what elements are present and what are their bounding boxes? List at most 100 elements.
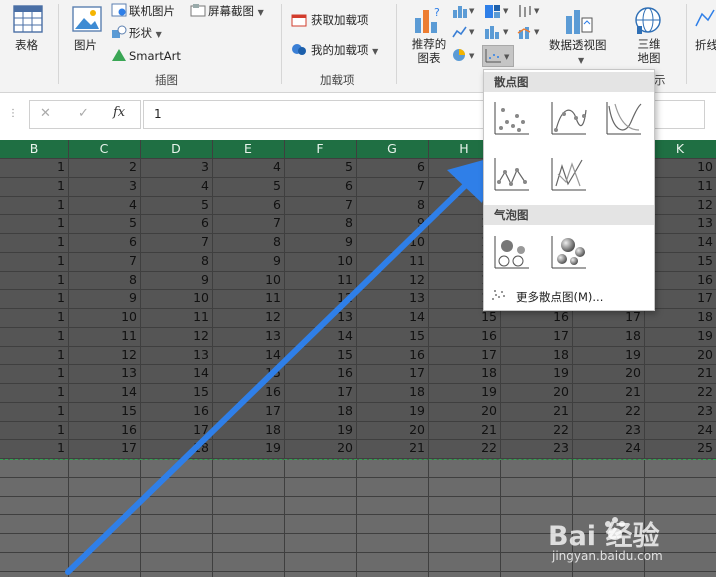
- scatter-straight-markers-option[interactable]: [489, 152, 533, 196]
- table-cell[interactable]: 11: [356, 252, 425, 270]
- chevron-down-icon[interactable]: ▼: [578, 56, 584, 65]
- table-cell[interactable]: 1: [0, 214, 65, 232]
- table-cell[interactable]: 14: [356, 308, 425, 326]
- column-header[interactable]: C: [68, 140, 140, 158]
- table-cell[interactable]: 12: [212, 308, 281, 326]
- table-cell[interactable]: 7: [284, 196, 353, 214]
- table-cell[interactable]: 18: [572, 327, 641, 345]
- table-cell[interactable]: 5: [284, 158, 353, 176]
- recommended-charts-icon[interactable]: ?: [412, 4, 444, 36]
- table-cell[interactable]: 12: [284, 289, 353, 307]
- table-cell[interactable]: 4: [212, 158, 281, 176]
- pivotchart-icon[interactable]: [564, 4, 596, 36]
- table-cell[interactable]: 19: [644, 327, 713, 345]
- table-cell[interactable]: 9: [356, 214, 425, 232]
- table-cell[interactable]: 21: [356, 439, 425, 457]
- picture-icon[interactable]: [71, 4, 103, 34]
- table-cell[interactable]: 25: [644, 439, 713, 457]
- sparkline-line-icon[interactable]: [694, 4, 716, 34]
- table-cell[interactable]: 17: [284, 383, 353, 401]
- table-cell[interactable]: 8: [212, 233, 281, 251]
- more-scatter-charts-link[interactable]: 更多散点图(M)...: [516, 289, 603, 305]
- my-addins-label[interactable]: 我的加载项 ▼: [311, 42, 378, 58]
- table-cell[interactable]: 21: [644, 364, 713, 382]
- table-cell[interactable]: 10: [68, 308, 137, 326]
- table-cell[interactable]: 21: [500, 402, 569, 420]
- table-cell[interactable]: 5: [140, 196, 209, 214]
- table-cell[interactable]: 15: [356, 327, 425, 345]
- table-cell[interactable]: 18: [428, 364, 497, 382]
- table-cell[interactable]: 9: [284, 233, 353, 251]
- table-cell[interactable]: 11: [284, 271, 353, 289]
- shapes-label[interactable]: 形状 ▼: [129, 25, 162, 41]
- table-cell[interactable]: 8: [68, 271, 137, 289]
- table-cell[interactable]: 6: [140, 214, 209, 232]
- table-cell[interactable]: 1: [0, 421, 65, 439]
- column-header[interactable]: G: [356, 140, 428, 158]
- table-cell[interactable]: 12: [68, 346, 137, 364]
- smartart-label[interactable]: SmartArt: [129, 49, 181, 63]
- scatter-chart-button[interactable]: ▼: [482, 45, 514, 67]
- scatter-smooth-lines-option[interactable]: [601, 96, 645, 140]
- store-icon[interactable]: [291, 11, 307, 27]
- table-cell[interactable]: 3: [140, 158, 209, 176]
- column-header[interactable]: B: [0, 140, 68, 158]
- table-cell[interactable]: 16: [428, 327, 497, 345]
- line-chart-icon[interactable]: ▼: [452, 25, 476, 39]
- table-cell[interactable]: 7: [68, 252, 137, 270]
- table-cell[interactable]: 17: [428, 346, 497, 364]
- pie-chart-icon[interactable]: ▼: [452, 48, 476, 62]
- table-cell[interactable]: 11: [140, 308, 209, 326]
- table-cell[interactable]: 8: [284, 214, 353, 232]
- table-cell[interactable]: 1: [0, 402, 65, 420]
- statistic-chart-icon[interactable]: ▼: [484, 25, 512, 39]
- table-cell[interactable]: 1: [0, 346, 65, 364]
- column-header[interactable]: D: [140, 140, 212, 158]
- table-cell[interactable]: 12: [356, 271, 425, 289]
- my-addins-icon[interactable]: [291, 41, 307, 57]
- table-cell[interactable]: 9: [212, 252, 281, 270]
- table-cell[interactable]: 14: [140, 364, 209, 382]
- table-cell[interactable]: 15: [284, 346, 353, 364]
- table-cell[interactable]: 10: [356, 233, 425, 251]
- online-picture-label[interactable]: 联机图片: [129, 3, 175, 19]
- table-cell[interactable]: 1: [0, 364, 65, 382]
- recommended-charts-label[interactable]: 推荐的图表: [410, 37, 448, 65]
- table-cell[interactable]: 10: [212, 271, 281, 289]
- table-cell[interactable]: 19: [428, 383, 497, 401]
- table-cell[interactable]: 11: [212, 289, 281, 307]
- table-cell[interactable]: 11: [68, 327, 137, 345]
- table-cell[interactable]: 2: [68, 158, 137, 176]
- table-cell[interactable]: 13: [212, 327, 281, 345]
- shapes-icon[interactable]: [111, 25, 127, 39]
- column-header[interactable]: E: [212, 140, 284, 158]
- table-cell[interactable]: 13: [68, 364, 137, 382]
- table-cell[interactable]: 17: [500, 327, 569, 345]
- table-cell[interactable]: 3: [68, 177, 137, 195]
- table-cell[interactable]: 21: [572, 383, 641, 401]
- table-cell[interactable]: 19: [284, 421, 353, 439]
- table-cell[interactable]: 10: [140, 289, 209, 307]
- table-cell[interactable]: 18: [212, 421, 281, 439]
- table-cell[interactable]: 1: [0, 327, 65, 345]
- table-cell[interactable]: 14: [68, 383, 137, 401]
- table-cell[interactable]: 17: [356, 364, 425, 382]
- table-cell[interactable]: 13: [284, 308, 353, 326]
- enter-icon[interactable]: ✓: [78, 106, 89, 121]
- table-cell[interactable]: 7: [356, 177, 425, 195]
- table-button-label[interactable]: 表格: [15, 37, 38, 53]
- table-cell[interactable]: 22: [644, 383, 713, 401]
- table-icon[interactable]: [12, 4, 44, 34]
- table-cell[interactable]: 19: [356, 402, 425, 420]
- table-cell[interactable]: 4: [140, 177, 209, 195]
- table-cell[interactable]: 1: [0, 383, 65, 401]
- table-cell[interactable]: 5: [212, 177, 281, 195]
- get-addins-label[interactable]: 获取加载项: [311, 12, 369, 28]
- sparkline-line-label[interactable]: 折线: [695, 37, 716, 53]
- smartart-icon[interactable]: [111, 48, 127, 62]
- table-cell[interactable]: 19: [212, 439, 281, 457]
- globe-icon[interactable]: [633, 4, 663, 36]
- screenshot-icon[interactable]: [190, 3, 206, 17]
- table-cell[interactable]: 23: [500, 439, 569, 457]
- table-cell[interactable]: 22: [500, 421, 569, 439]
